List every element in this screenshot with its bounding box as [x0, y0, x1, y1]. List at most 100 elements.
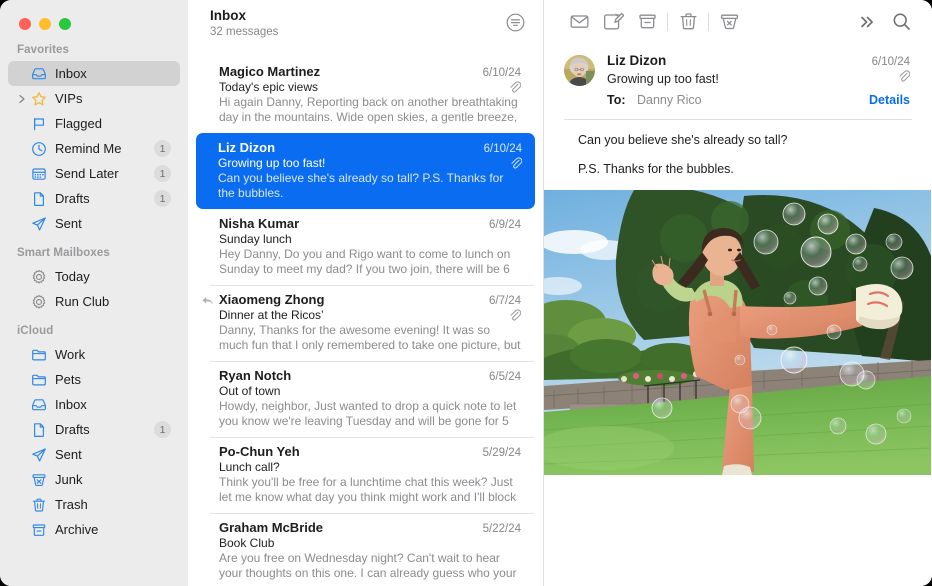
- compose-icon[interactable]: [596, 8, 630, 36]
- sidebar-item-archive[interactable]: Archive: [8, 517, 180, 542]
- mark-unread-icon[interactable]: [562, 8, 596, 36]
- reading-pane: Liz Dizon 6/10/24 Growing up too fast! T…: [543, 0, 932, 586]
- sidebar-item-label: Today: [55, 269, 90, 284]
- sender-name: Liz Dizon: [607, 53, 666, 68]
- archive-icon: [28, 522, 49, 538]
- message-list-item[interactable]: Xiaomeng Zhong6/7/24Dinner at the Ricos’…: [197, 285, 534, 361]
- message-date: 6/9/24: [481, 219, 521, 231]
- sidebar-item-pets[interactable]: Pets: [8, 367, 180, 392]
- mail-window: FavoritesInboxVIPsFlaggedRemind Me1Send …: [0, 0, 932, 586]
- message-list-item[interactable]: Magico Martinez 6/10/24 Today's epic views…: [197, 57, 534, 133]
- message-sender: Nisha Kumar: [219, 216, 299, 231]
- message-subject: Growing up too fast!: [218, 156, 325, 170]
- sidebar-item-work[interactable]: Work: [8, 342, 180, 367]
- trash-icon[interactable]: [671, 8, 705, 36]
- unread-badge: 1: [154, 421, 171, 438]
- minimize-button[interactable]: [39, 18, 51, 30]
- message-list-item[interactable]: Po-Chun Yeh5/29/24Lunch call?Think you'l…: [197, 437, 534, 513]
- chevrons-right-icon[interactable]: [850, 8, 884, 36]
- message-sender: Magico Martinez: [219, 64, 320, 79]
- zoom-button[interactable]: [59, 18, 71, 30]
- message-row-subject-line: Out of town: [219, 384, 521, 398]
- sidebar-section-gap: [0, 314, 188, 325]
- message-row-subject-line: Lunch call?: [219, 460, 521, 474]
- message-list-item[interactable]: Graham McBride5/22/24Book ClubAre you fr…: [197, 513, 534, 586]
- message-date: 5/22/24: [475, 523, 521, 535]
- attachment-icon: [510, 157, 522, 170]
- sidebar-item-remind-me[interactable]: Remind Me1: [8, 136, 180, 161]
- message-date: 6/5/24: [481, 371, 521, 383]
- sidebar-item-sent[interactable]: Sent: [8, 442, 180, 467]
- message-list-item[interactable]: Liz Dizon6/10/24Growing up too fast!Can …: [196, 133, 535, 209]
- close-button[interactable]: [19, 18, 31, 30]
- message-row-subject-line: Book Club: [219, 536, 521, 550]
- sidebar-item-junk[interactable]: Junk: [8, 467, 180, 492]
- sidebar-item-flagged[interactable]: Flagged: [8, 111, 180, 136]
- inbox-icon: [28, 66, 49, 82]
- message-preview: Hi again Danny, Reporting back on anothe…: [219, 95, 521, 125]
- message-row-top: Ryan Notch6/5/24: [219, 368, 521, 383]
- message-subject: Lunch call?: [219, 460, 280, 474]
- sidebar-item-today[interactable]: Today: [8, 264, 180, 289]
- sidebar-item-inbox[interactable]: Inbox: [8, 61, 180, 86]
- folder-icon: [28, 347, 49, 363]
- flag-icon: [28, 116, 49, 132]
- search-icon[interactable]: [884, 8, 918, 36]
- sidebar-item-trash[interactable]: Trash: [8, 492, 180, 517]
- message-subject: Sunday lunch: [219, 232, 292, 246]
- message-date: 6/7/24: [481, 295, 521, 307]
- sidebar-item-drafts[interactable]: Drafts 1: [8, 417, 180, 442]
- archive-icon[interactable]: [630, 8, 664, 36]
- sidebar-item-label: Inbox: [55, 397, 87, 412]
- sidebar-item-drafts[interactable]: Drafts1: [8, 186, 180, 211]
- paper-plane-icon: [28, 447, 49, 463]
- sidebar-item-sent[interactable]: Sent: [8, 211, 180, 236]
- gear-icon: [28, 269, 49, 285]
- message-date: 6/10/24: [475, 67, 521, 79]
- junk-icon[interactable]: [712, 8, 746, 36]
- sidebar-item-label: Junk: [55, 472, 82, 487]
- message-row-top: Nisha Kumar 6/9/24: [219, 216, 521, 231]
- trash-icon: [28, 497, 49, 513]
- mailbox-title: Inbox: [210, 8, 278, 24]
- message-preview: Danny, Thanks for the awesome evening! I…: [219, 323, 521, 353]
- sidebar-section-header: Smart Mailboxes: [0, 247, 188, 264]
- sidebar-item-send-later[interactable]: Send Later1: [8, 161, 180, 186]
- message-subject: Today's epic views: [219, 80, 318, 94]
- message-date: 6/10/24: [872, 56, 910, 68]
- chevron-right-icon[interactable]: [16, 94, 28, 104]
- attachment-icon: [509, 81, 521, 94]
- message-row-top: Liz Dizon 6/10/24: [218, 140, 522, 155]
- message-date: 6/10/24: [476, 143, 522, 155]
- message-sender: Xiaomeng Zhong: [219, 292, 324, 307]
- sidebar-item-inbox[interactable]: Inbox: [8, 392, 180, 417]
- details-link[interactable]: Details: [869, 93, 910, 107]
- sidebar-item-label: Run Club: [55, 294, 109, 309]
- sidebar: FavoritesInboxVIPsFlaggedRemind Me1Send …: [0, 0, 188, 586]
- message-paragraph: Can you believe she's already so tall?: [578, 132, 912, 148]
- message-row-subject-line: Today's epic views: [219, 80, 521, 94]
- message-header: Liz Dizon 6/10/24 Growing up too fast! T…: [544, 43, 932, 109]
- message-sender: Liz Dizon: [218, 140, 275, 155]
- clock-icon: [28, 141, 49, 157]
- sidebar-item-run-club[interactable]: Run Club: [8, 289, 180, 314]
- sidebar-item-label: Drafts: [55, 422, 90, 437]
- to-label: To:: [607, 93, 626, 107]
- paper-plane-icon: [28, 216, 49, 232]
- sidebar-section-header: Favorites: [0, 44, 188, 61]
- sidebar-item-label: Sent: [55, 447, 82, 462]
- message-preview: Are you free on Wednesday night? Can't w…: [219, 551, 521, 581]
- filter-icon[interactable]: [503, 10, 527, 34]
- message-list-item[interactable]: Ryan Notch6/5/24Out of townHowdy, neighb…: [197, 361, 534, 437]
- message-row-subject-line: Growing up too fast!: [218, 156, 522, 170]
- attachment-icon: [898, 70, 910, 88]
- girl-kicking-in-yard-with-bubbles-photo: [544, 190, 931, 475]
- document-icon: [28, 191, 49, 207]
- calendar-icon: [28, 166, 49, 182]
- message-date: 5/29/24: [475, 447, 521, 459]
- message-list-item[interactable]: Nisha Kumar6/9/24Sunday lunchHey Danny, …: [197, 209, 534, 285]
- unread-badge: 1: [154, 165, 171, 182]
- message-subject: Out of town: [219, 384, 280, 398]
- folder-icon: [28, 372, 49, 388]
- sidebar-item-vips[interactable]: VIPs: [8, 86, 180, 111]
